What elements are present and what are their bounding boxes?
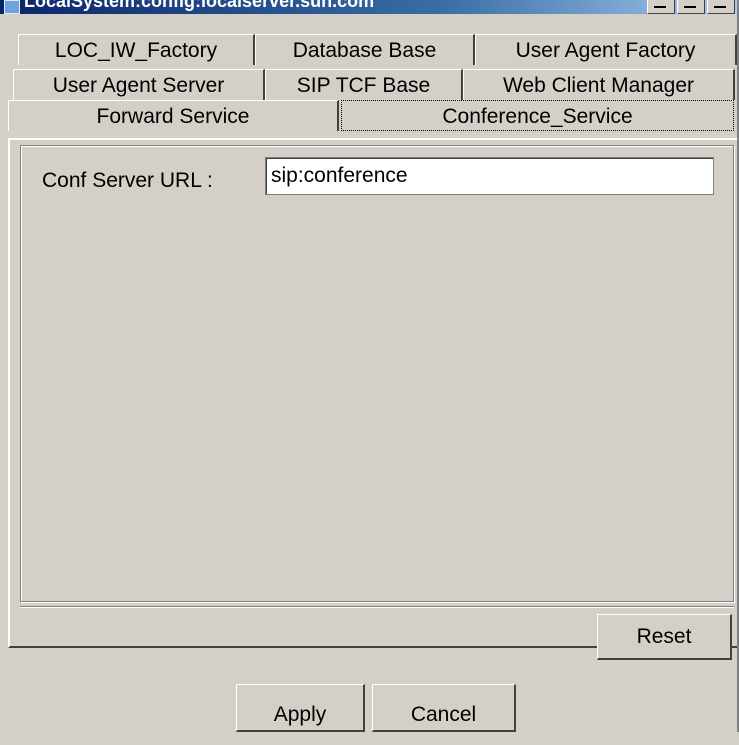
close-icon bbox=[714, 6, 726, 8]
minimize-icon bbox=[654, 6, 666, 8]
tab-loc-iw-factory[interactable]: LOC_IW_Factory bbox=[18, 34, 255, 65]
close-button[interactable] bbox=[707, 0, 735, 14]
tab-user-agent-factory[interactable]: User Agent Factory bbox=[475, 34, 737, 65]
cancel-button[interactable]: Cancel bbox=[372, 684, 516, 732]
tab-conference-service[interactable]: Conference_Service bbox=[341, 100, 734, 131]
apply-button[interactable]: Apply bbox=[236, 684, 365, 732]
divider bbox=[20, 606, 734, 608]
window-icon bbox=[4, 0, 20, 14]
conf-server-url-field[interactable] bbox=[265, 157, 714, 195]
maximize-icon bbox=[684, 6, 696, 8]
tab-user-agent-server[interactable]: User Agent Server bbox=[13, 69, 265, 100]
tab-forward-service[interactable]: Forward Service bbox=[8, 100, 339, 131]
settings-group bbox=[20, 145, 734, 602]
maximize-button[interactable] bbox=[677, 0, 705, 14]
minimize-button[interactable] bbox=[647, 0, 675, 14]
tab-web-client-manager[interactable]: Web Client Manager bbox=[463, 69, 735, 100]
reset-button[interactable]: Reset bbox=[597, 614, 732, 660]
title-bar[interactable]: LocalSystem:config:localserver.sun.com bbox=[0, 0, 739, 14]
tab-database-base[interactable]: Database Base bbox=[255, 34, 475, 65]
conf-server-url-label: Conf Server URL : bbox=[42, 169, 213, 192]
window-title: LocalSystem:config:localserver.sun.com bbox=[24, 0, 375, 11]
tab-sip-tcf-base[interactable]: SIP TCF Base bbox=[265, 69, 463, 100]
